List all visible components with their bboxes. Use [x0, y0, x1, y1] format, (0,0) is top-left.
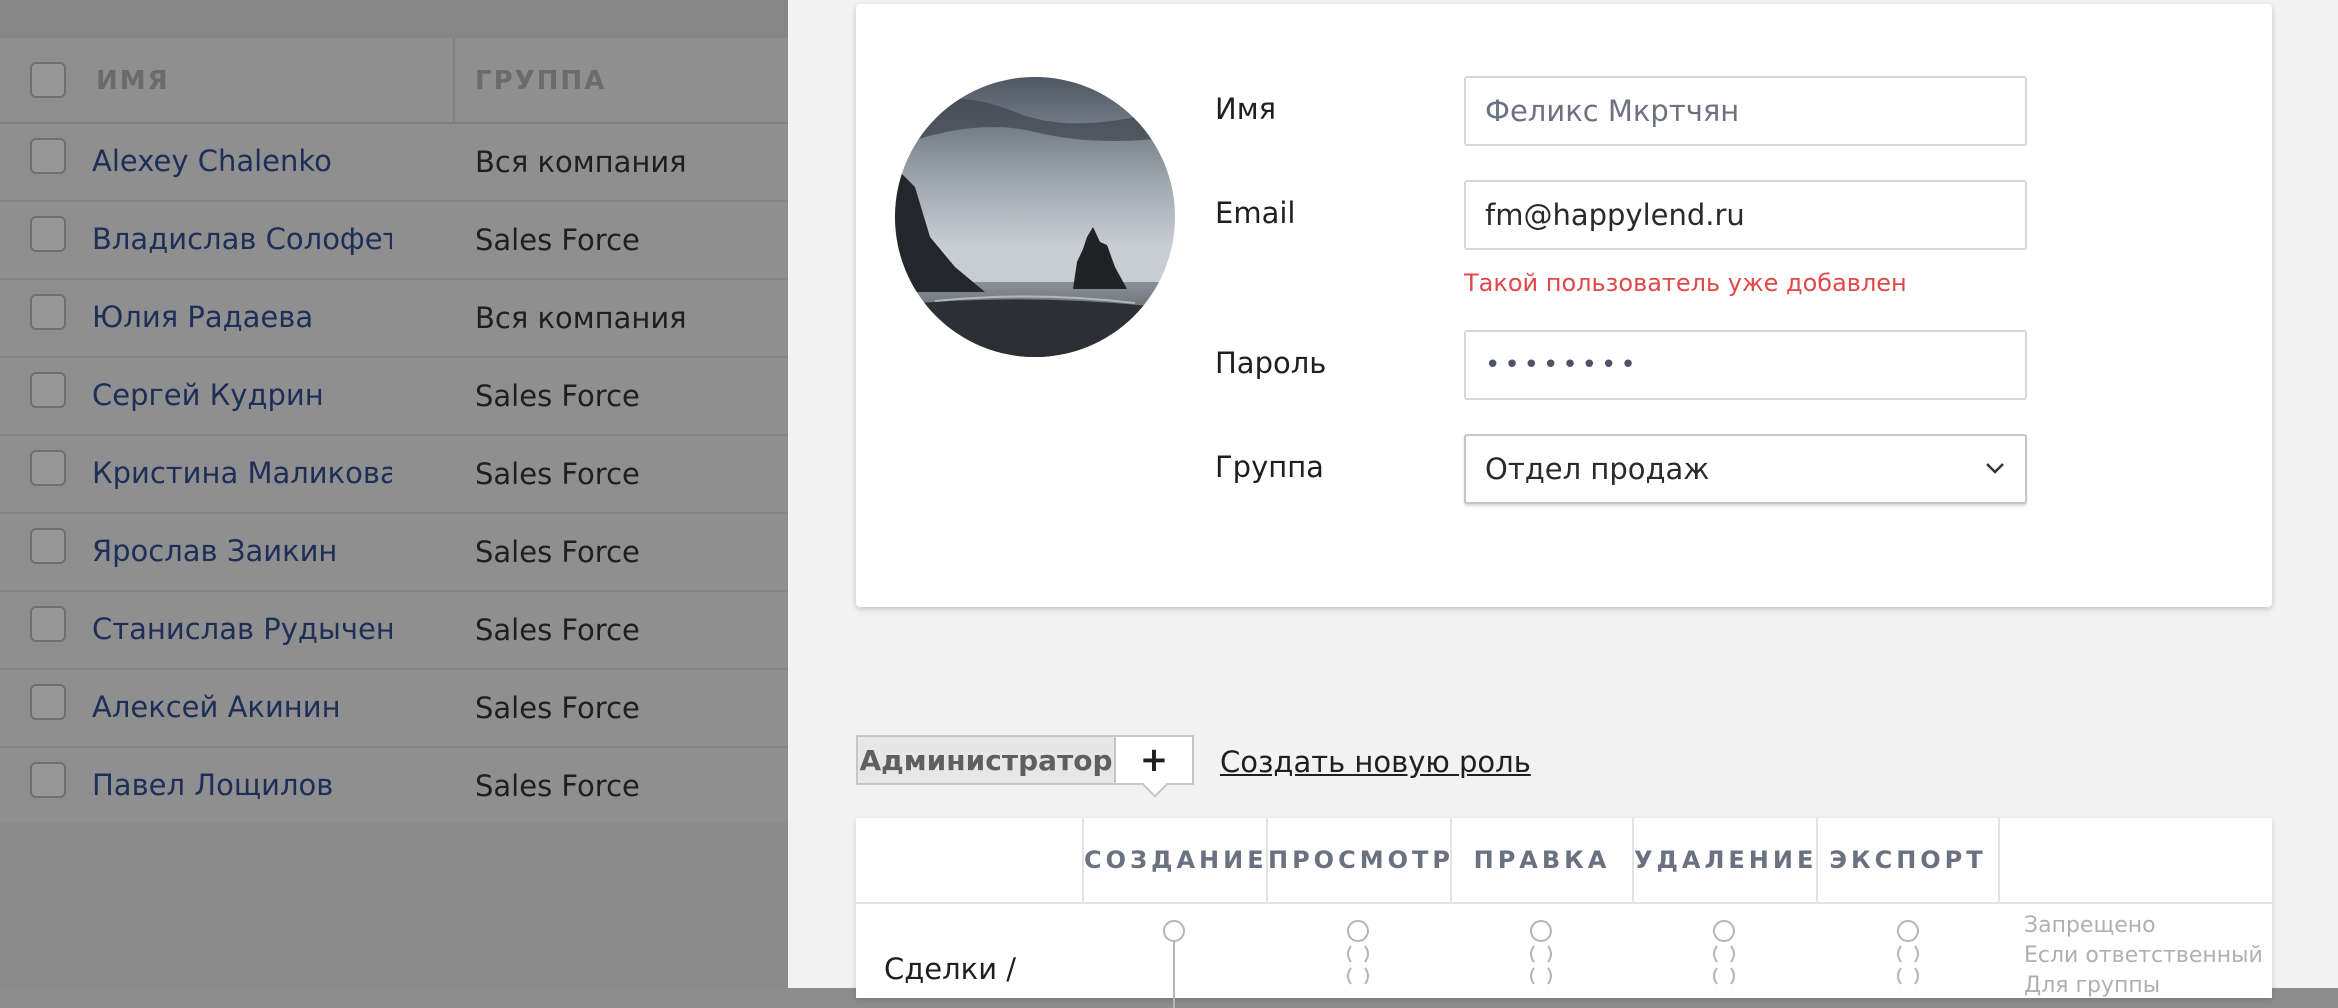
column-header-create: СОЗДАНИЕ [1084, 846, 1268, 874]
column-divider [453, 38, 455, 122]
legend-forbidden: Запрещено [2024, 913, 2156, 938]
table-row[interactable]: Юлия Радаева Вся компания [0, 280, 790, 358]
table-row[interactable]: Кристина Маликова Sales Force [0, 436, 790, 514]
name-input[interactable]: Феликс Мкртчян [1464, 76, 2027, 146]
row-checkbox[interactable] [30, 762, 66, 798]
create-permission-slider[interactable] [1159, 918, 1189, 1008]
user-edit-panel: Имя Феликс Мкртчян Email fm@happylend.ru… [788, 0, 2338, 1008]
row-checkbox[interactable] [30, 294, 66, 330]
view-permission-slider[interactable] [1343, 918, 1373, 1008]
password-label: Пароль [1215, 346, 1327, 380]
export-permission-slider[interactable] [1893, 918, 1923, 1008]
user-group: Вся компания [475, 301, 687, 335]
permissions-table: СОЗДАНИЕ ПРОСМОТР ПРАВКА УДАЛЕНИЕ ЭКСПОР… [856, 818, 2272, 1008]
permission-row-label: Сделки / [884, 952, 1017, 986]
user-name-link[interactable]: Ярослав Заикин [92, 534, 392, 568]
user-group: Sales Force [475, 535, 640, 569]
row-checkbox[interactable] [30, 606, 66, 642]
user-group: Sales Force [475, 223, 640, 257]
users-table: ИМЯ ГРУППА Alexey Chalenko Вся компания … [0, 0, 790, 988]
group-label: Группа [1215, 450, 1324, 484]
column-header-view: ПРОСМОТР [1268, 846, 1454, 874]
column-header-export: ЭКСПОРТ [1829, 846, 1987, 874]
column-header-delete: УДАЛЕНИЕ [1634, 846, 1818, 874]
row-checkbox[interactable] [30, 138, 66, 174]
add-role-button[interactable]: + [1114, 735, 1194, 798]
user-name-link[interactable]: Кристина Маликова [92, 456, 392, 490]
user-name-link[interactable]: Алексей Акинин [92, 690, 392, 724]
user-group: Sales Force [475, 457, 640, 491]
user-group: Sales Force [475, 379, 640, 413]
avatar-photo [895, 77, 1175, 357]
row-checkbox[interactable] [30, 372, 66, 408]
row-checkbox[interactable] [30, 684, 66, 720]
name-label: Имя [1215, 92, 1277, 126]
row-checkbox[interactable] [30, 528, 66, 564]
user-name-link[interactable]: Сергей Кудрин [92, 378, 392, 412]
edit-permission-slider[interactable] [1526, 918, 1556, 1008]
user-name-link[interactable]: Alexey Chalenko [92, 144, 392, 178]
table-row[interactable]: Алексей Акинин Sales Force [0, 670, 790, 748]
table-header: ИМЯ ГРУППА [0, 38, 790, 124]
avatar[interactable] [895, 77, 1175, 357]
column-header-edit: ПРАВКА [1473, 846, 1611, 874]
column-divider [1998, 818, 2000, 902]
chevron-down-icon [1986, 463, 2004, 474]
legend-if-responsible: Если ответственный [2024, 943, 2263, 968]
row-checkbox[interactable] [30, 216, 66, 252]
select-all-checkbox[interactable] [30, 62, 66, 98]
table-row[interactable]: Станислав Рудыченко Sales Force [0, 592, 790, 670]
user-group: Sales Force [475, 769, 640, 803]
create-role-link[interactable]: Создать новую роль [1220, 745, 1531, 779]
role-tab-administrator[interactable]: Администратор [856, 735, 1116, 785]
table-row[interactable]: Ярослав Заикин Sales Force [0, 514, 790, 592]
row-checkbox[interactable] [30, 450, 66, 486]
table-toolbar [0, 0, 790, 40]
table-empty-area [0, 822, 790, 988]
user-group: Sales Force [475, 691, 640, 725]
group-select[interactable]: Отдел продаж [1464, 434, 2027, 504]
table-row[interactable]: Сергей Кудрин Sales Force [0, 358, 790, 436]
table-row[interactable]: Alexey Chalenko Вся компания [0, 124, 790, 202]
email-label: Email [1215, 196, 1296, 230]
user-name-link[interactable]: Владислав Солофетник [92, 222, 392, 256]
user-profile-card: Имя Феликс Мкртчян Email fm@happylend.ru… [856, 4, 2272, 607]
column-header-name[interactable]: ИМЯ [96, 66, 170, 96]
user-name-link[interactable]: Юлия Радаева [92, 300, 392, 334]
legend-for-group: Для группы [2024, 973, 2161, 998]
column-header-group[interactable]: ГРУППА [475, 66, 606, 96]
email-input[interactable]: fm@happylend.ru [1464, 180, 2027, 250]
table-row[interactable]: Владислав Солофетник Sales Force [0, 202, 790, 280]
user-group: Вся компания [475, 145, 687, 179]
table-row[interactable]: Павел Лощилов Sales Force [0, 748, 790, 826]
group-select-value: Отдел продаж [1485, 452, 1710, 486]
user-name-link[interactable]: Станислав Рудыченко [92, 612, 392, 646]
email-error-message: Такой пользователь уже добавлен [1464, 269, 1907, 297]
permissions-header: СОЗДАНИЕ ПРОСМОТР ПРАВКА УДАЛЕНИЕ ЭКСПОР… [856, 818, 2272, 904]
delete-permission-slider[interactable] [1709, 918, 1739, 1008]
user-name-link[interactable]: Павел Лощилов [92, 768, 392, 802]
user-group: Sales Force [475, 613, 640, 647]
password-input[interactable]: •••••••• [1464, 330, 2027, 400]
